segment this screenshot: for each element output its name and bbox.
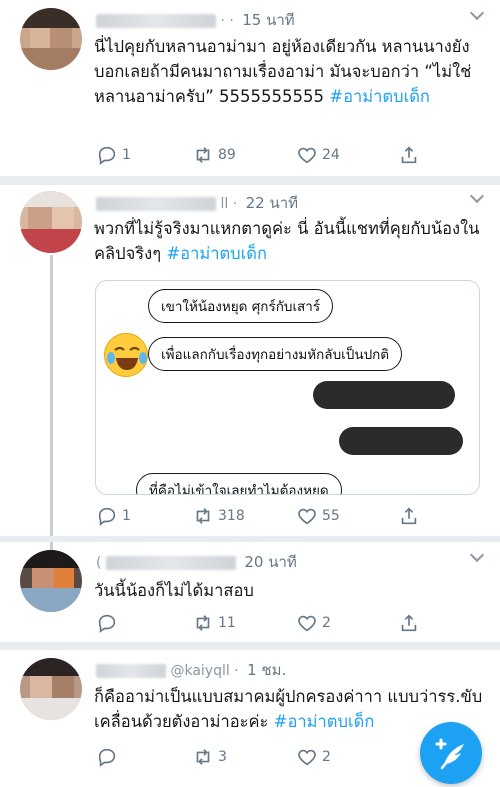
reply-button[interactable]: 1 <box>96 144 131 166</box>
timestamp[interactable]: 1 ชม. <box>247 661 286 679</box>
tweet-text: นี่ไปคุยกับหลานอาม่ามา อยู่ห้องเดียวกัน … <box>94 37 472 106</box>
tweet-1[interactable]: · · 15 นาที นี่ไปคุยกับหลานอาม่ามา อยู่ห… <box>0 0 500 176</box>
chat-message: เพื่อแลกกับเรื่องทุกอย่างมหักลับเป็นปกติ <box>148 337 403 371</box>
compose-tweet-icon <box>435 738 464 770</box>
chat-message: เขาให้น้องหยุด ศุกร์กับเสาร์ <box>148 289 334 323</box>
chat-message-dark <box>313 381 455 409</box>
reply-button[interactable] <box>96 746 122 768</box>
divider <box>0 176 500 185</box>
chevron-down-icon[interactable] <box>469 547 485 563</box>
retweet-button[interactable]: 318 <box>192 505 245 527</box>
tweet-header: ( 20 นาที <box>96 550 297 574</box>
heart-icon <box>298 147 316 164</box>
attached-chat-image[interactable]: เขาให้น้องหยุด ศุกร์กับเสาร์ เพื่อแลกกับ… <box>95 280 480 495</box>
handle: @kaiyqll · <box>170 663 239 679</box>
heart-icon <box>298 508 316 525</box>
tweet-3[interactable]: ( 20 นาที วันนี้น้องก็ไม่ได้มาสอบ 11 2 <box>0 542 500 642</box>
tweet-text: วันนี้น้องก็ไม่ได้มาสอบ <box>94 581 254 600</box>
tweet-actions: 11 2 <box>96 612 440 634</box>
compose-tweet-button[interactable] <box>420 722 482 784</box>
timestamp[interactable]: 22 นาที <box>246 194 298 212</box>
timestamp[interactable]: 15 นาที <box>242 11 294 29</box>
handle: ll · <box>220 196 238 212</box>
share-icon <box>401 146 417 164</box>
heart-icon <box>298 749 316 766</box>
avatar[interactable] <box>20 550 82 612</box>
reply-icon <box>98 748 116 767</box>
retweet-button[interactable]: 11 <box>192 612 236 634</box>
share-button[interactable] <box>398 144 420 166</box>
tweet-header: ll · 22 นาที <box>96 191 298 215</box>
tweet-header: @kaiyqll · 1 ชม. <box>96 658 286 682</box>
share-button[interactable] <box>398 612 420 634</box>
retweet-button[interactable]: 89 <box>192 144 236 166</box>
divider <box>0 642 500 650</box>
like-button[interactable]: 2 <box>296 746 331 768</box>
reply-button[interactable]: 1 <box>96 505 131 527</box>
retweet-icon <box>196 749 210 765</box>
reply-icon <box>98 507 116 526</box>
tweet-actions: 3 2 <box>96 746 440 768</box>
like-button[interactable]: 55 <box>296 505 340 527</box>
retweet-button[interactable]: 3 <box>192 746 227 768</box>
like-button[interactable]: 2 <box>296 612 331 634</box>
share-icon <box>401 507 417 525</box>
tweet-actions: 1 89 24 <box>96 144 440 166</box>
reply-icon <box>98 146 116 165</box>
hashtag-link[interactable]: #อาม่าตบเด็ก <box>329 87 430 106</box>
tweet-actions: 1 318 55 <box>96 505 440 527</box>
heart-icon <box>298 615 316 632</box>
tweet-text: พวกที่ไม่รู้จริงมาแหกตาดูค่ะ นี่ อันนี้แ… <box>94 219 480 263</box>
hashtag-link[interactable]: #อาม่าตบเด็ก <box>166 244 267 263</box>
share-button[interactable] <box>398 505 420 527</box>
chat-message: ที่คือไม่เข้าใจเลยทำไมต้องหยุด <box>136 473 342 494</box>
chat-message-dark <box>339 427 463 455</box>
share-icon <box>401 614 417 632</box>
retweet-icon <box>196 147 210 163</box>
chevron-down-icon[interactable] <box>469 188 485 204</box>
thread-connector <box>50 255 53 550</box>
tweet-header: · · 15 นาที <box>96 8 295 32</box>
timestamp[interactable]: 20 นาที <box>244 553 296 571</box>
avatar[interactable] <box>20 191 82 253</box>
handle: · · <box>220 13 234 29</box>
reply-icon <box>98 614 116 633</box>
handle: ( <box>96 555 102 571</box>
retweet-icon <box>196 615 210 631</box>
reply-button[interactable] <box>96 612 122 634</box>
avatar[interactable] <box>20 8 82 70</box>
retweet-icon <box>196 508 210 524</box>
laughing-emoji-icon <box>104 333 148 377</box>
like-button[interactable]: 24 <box>296 144 340 166</box>
hashtag-link[interactable]: #อาม่าตบเด็ก <box>274 712 375 731</box>
avatar[interactable] <box>20 658 82 720</box>
chevron-down-icon[interactable] <box>469 5 485 21</box>
tweet-2[interactable]: ll · 22 นาที พวกที่ไม่รู้จริงมาแหกตาดูค่… <box>0 185 500 535</box>
